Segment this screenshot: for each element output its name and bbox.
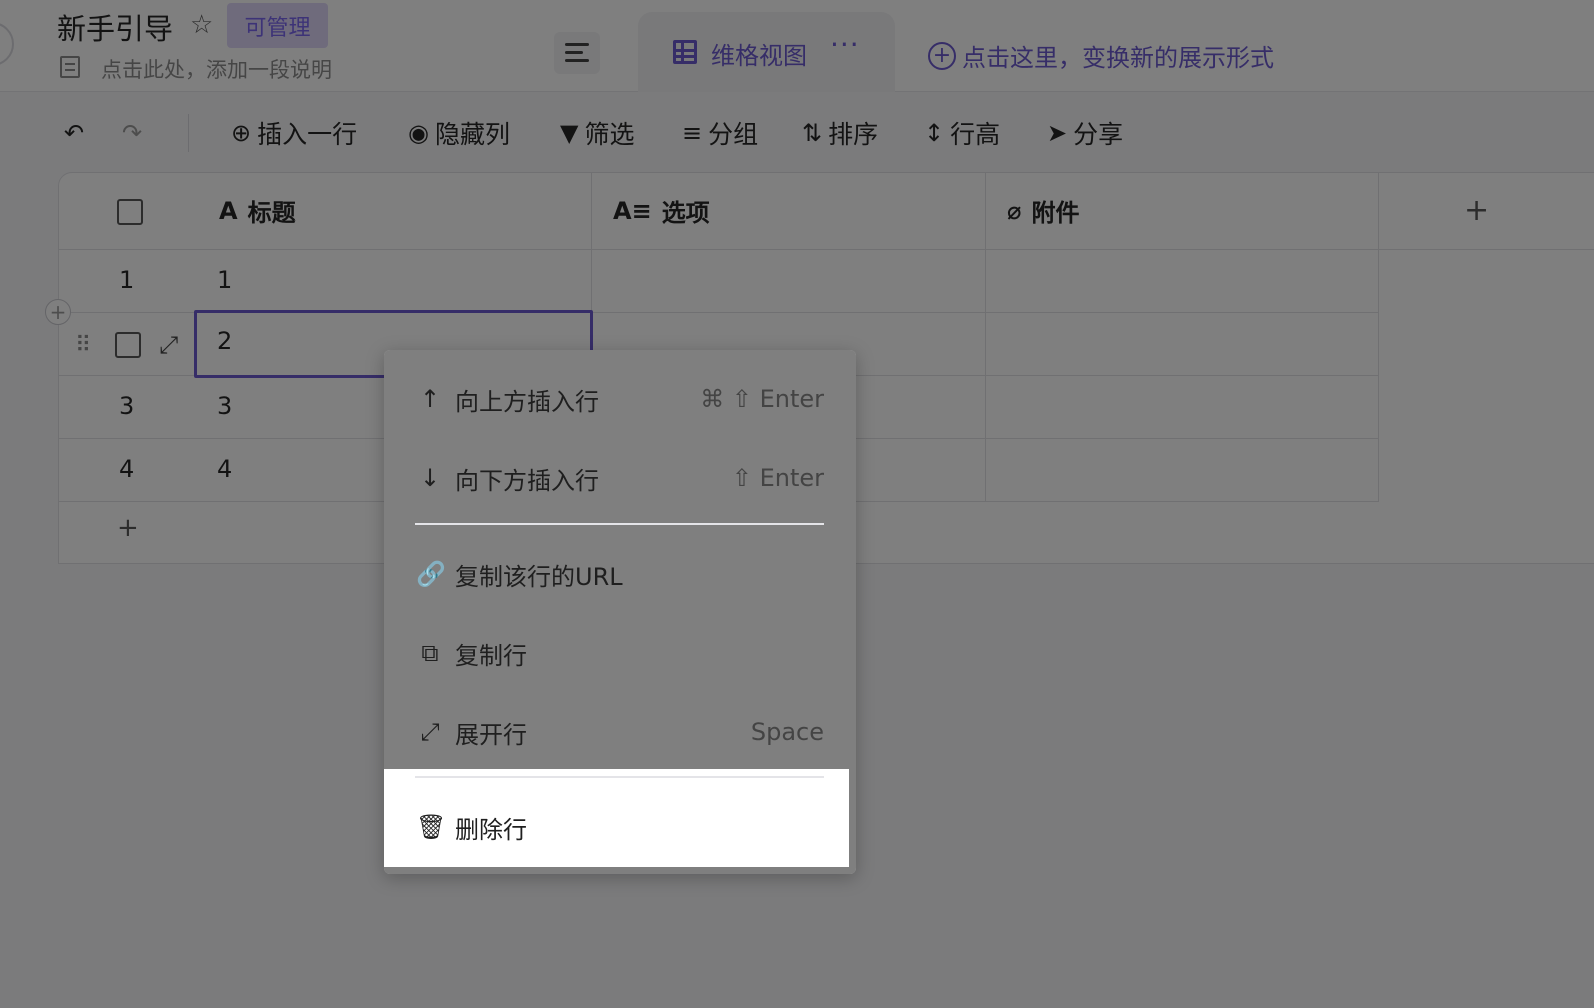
menu-item-expand-row[interactable]: ⤢ 展开行 Space bbox=[384, 697, 856, 767]
row-context-menu: ↑ 向上方插入行 ⌘ ⇧ Enter ↓ 向下方插入行 ⇧ Enter 🔗 复制… bbox=[384, 350, 856, 874]
menu-item-shortcut: Space bbox=[750, 718, 824, 746]
menu-item-label: 向上方插入行 bbox=[455, 387, 599, 416]
menu-item-label: 删除行 bbox=[455, 815, 527, 844]
arrow-up-icon: ↑ bbox=[419, 385, 441, 413]
menu-item-label: 展开行 bbox=[455, 720, 527, 749]
menu-divider bbox=[415, 776, 824, 778]
menu-item-insert-below[interactable]: ↓ 向下方插入行 ⇧ Enter bbox=[384, 443, 856, 513]
menu-item-label: 复制行 bbox=[455, 641, 527, 670]
menu-item-delete-row[interactable]: 🗑 删除行 bbox=[384, 792, 856, 862]
menu-item-shortcut: ⌘ ⇧ Enter bbox=[700, 385, 824, 413]
menu-item-insert-above[interactable]: ↑ 向上方插入行 ⌘ ⇧ Enter bbox=[384, 364, 856, 434]
expand-icon: ⤢ bbox=[420, 718, 440, 746]
menu-dim-layer bbox=[384, 867, 856, 874]
link-icon: 🔗 bbox=[416, 560, 446, 588]
menu-item-copy-url[interactable]: 🔗 复制该行的URL bbox=[384, 539, 856, 609]
trash-icon: 🗑 bbox=[416, 813, 447, 841]
menu-divider bbox=[415, 523, 824, 525]
menu-item-duplicate-row[interactable]: ⧉ 复制行 bbox=[384, 618, 856, 688]
arrow-down-icon: ↓ bbox=[419, 464, 441, 492]
menu-item-label: 复制该行的URL bbox=[455, 562, 623, 591]
menu-item-label: 向下方插入行 bbox=[455, 466, 599, 495]
menu-item-shortcut: ⇧ Enter bbox=[731, 464, 824, 492]
copy-icon: ⧉ bbox=[421, 639, 439, 667]
